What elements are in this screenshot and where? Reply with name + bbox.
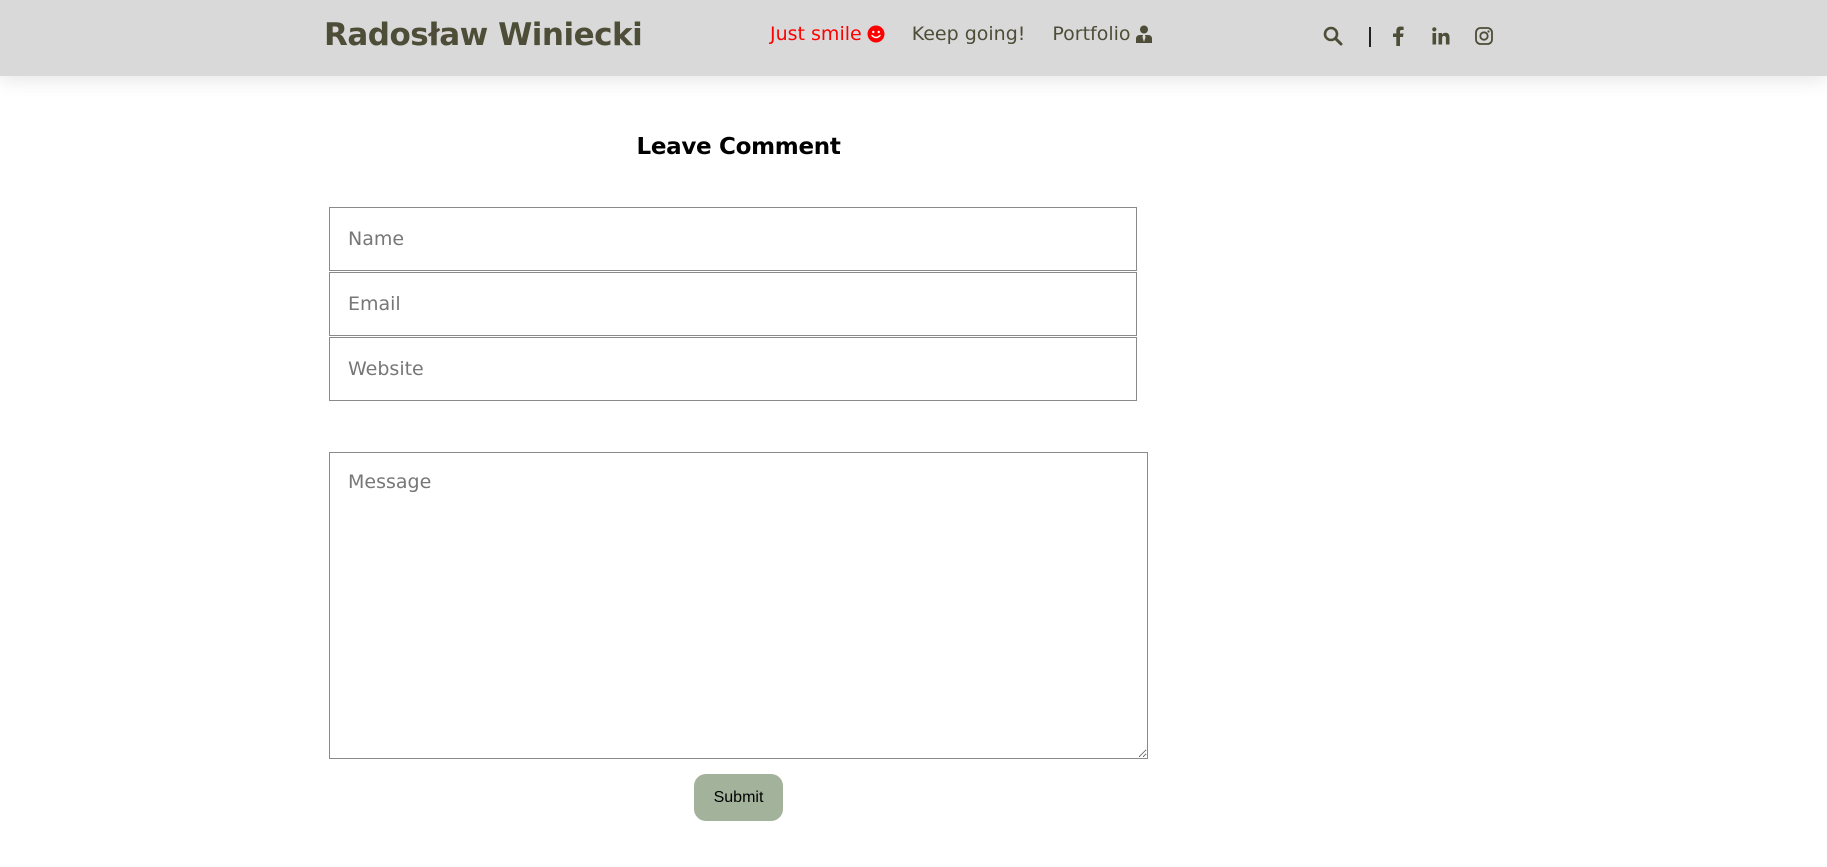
nav-item-just-smile[interactable]: Just smile: [770, 23, 885, 45]
website-field[interactable]: [329, 337, 1137, 401]
nav-item-label: Portfolio: [1052, 23, 1131, 45]
facebook-icon[interactable]: [1387, 24, 1409, 48]
message-field[interactable]: [329, 452, 1148, 759]
nav-item-label: Just smile: [770, 23, 862, 45]
user-tie-icon: [1135, 25, 1152, 43]
instagram-icon[interactable]: [1473, 24, 1495, 48]
smile-icon: [867, 25, 885, 43]
site-header: Radosław Winiecki Just smile Keep going!…: [0, 0, 1827, 76]
email-field[interactable]: [329, 272, 1137, 336]
linkedin-icon[interactable]: [1430, 24, 1452, 48]
form-title: Leave Comment: [636, 134, 841, 160]
site-brand[interactable]: Radosław Winiecki: [324, 17, 643, 53]
tools-divider: [1369, 27, 1371, 47]
search-icon[interactable]: [1322, 24, 1344, 48]
nav-item-keep-going[interactable]: Keep going!: [912, 23, 1026, 45]
name-field[interactable]: [329, 207, 1137, 271]
main-nav: Just smile Keep going! Portfolio: [770, 23, 1152, 45]
submit-button[interactable]: Submit: [694, 774, 783, 821]
nav-item-label: Keep going!: [911, 23, 1026, 45]
nav-item-portfolio[interactable]: Portfolio: [1052, 23, 1152, 45]
